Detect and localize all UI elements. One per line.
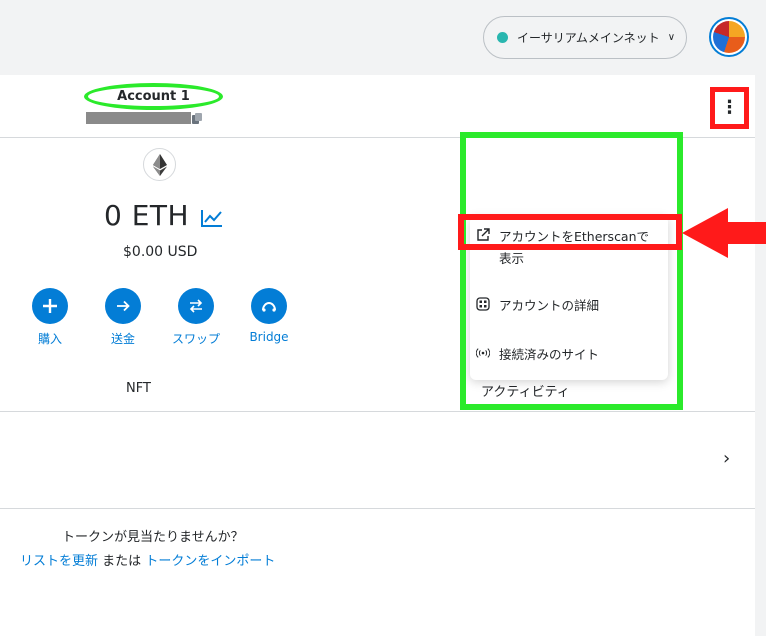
buy-button[interactable]: 購入 <box>20 288 80 347</box>
swap-button[interactable]: スワップ <box>166 288 226 347</box>
token-links: リストを更新 または トークンをインポート <box>20 550 275 569</box>
chevron-down-icon: ∨ <box>667 32 676 43</box>
tabs-divider <box>0 411 755 412</box>
swap-icon <box>189 299 203 313</box>
refresh-list-link[interactable]: リストを更新 <box>20 554 98 569</box>
ethereum-icon <box>152 153 167 176</box>
account-header: Account 1 ⋮ <box>0 75 755 138</box>
red-arrow-annotation <box>682 208 766 258</box>
send-button[interactable]: 送金 <box>93 288 153 347</box>
swap-label: スワップ <box>171 332 220 346</box>
top-bar: イーサリアムメインネット ∨ <box>0 0 766 75</box>
fiat-balance: $0.00 USD <box>123 244 198 260</box>
avatar-identicon <box>713 21 745 53</box>
account-options-button[interactable]: ⋮ <box>710 87 749 129</box>
highlight-green-frame <box>460 132 683 410</box>
tab-nft[interactable]: NFT <box>126 381 151 396</box>
network-label: イーサリアムメインネット <box>517 31 660 45</box>
account-address-redacted[interactable] <box>86 112 191 124</box>
network-selector[interactable]: イーサリアムメインネット ∨ <box>483 16 687 59</box>
no-tokens-text: トークンが見当たりませんか？ <box>62 530 244 545</box>
scrollbar-track[interactable] <box>755 75 766 636</box>
portfolio-chart-icon[interactable] <box>201 209 223 227</box>
bridge-label: Bridge <box>249 330 289 344</box>
action-circle <box>178 288 214 324</box>
row-divider <box>0 508 755 509</box>
arrow-right-icon <box>117 300 130 312</box>
action-circle <box>251 288 287 324</box>
kebab-menu-icon: ⋮ <box>720 97 739 118</box>
bridge-button[interactable]: Bridge <box>239 288 299 344</box>
balance-amount: 0 ETH <box>104 199 190 232</box>
import-tokens-link[interactable]: トークンをインポート <box>145 554 275 569</box>
or-text: または <box>102 554 142 569</box>
highlight-red-frame <box>458 214 682 250</box>
action-circle <box>32 288 68 324</box>
account-name[interactable]: Account 1 <box>84 83 223 110</box>
action-circle <box>105 288 141 324</box>
eth-logo <box>143 148 176 181</box>
network-status-dot <box>497 32 508 43</box>
copy-icon[interactable] <box>192 113 202 124</box>
bridge-icon <box>262 301 276 312</box>
plus-icon <box>43 299 57 313</box>
chevron-right-icon[interactable]: › <box>723 448 730 469</box>
send-label: 送金 <box>110 332 135 346</box>
account-avatar[interactable] <box>709 17 749 57</box>
buy-label: 購入 <box>37 332 62 346</box>
